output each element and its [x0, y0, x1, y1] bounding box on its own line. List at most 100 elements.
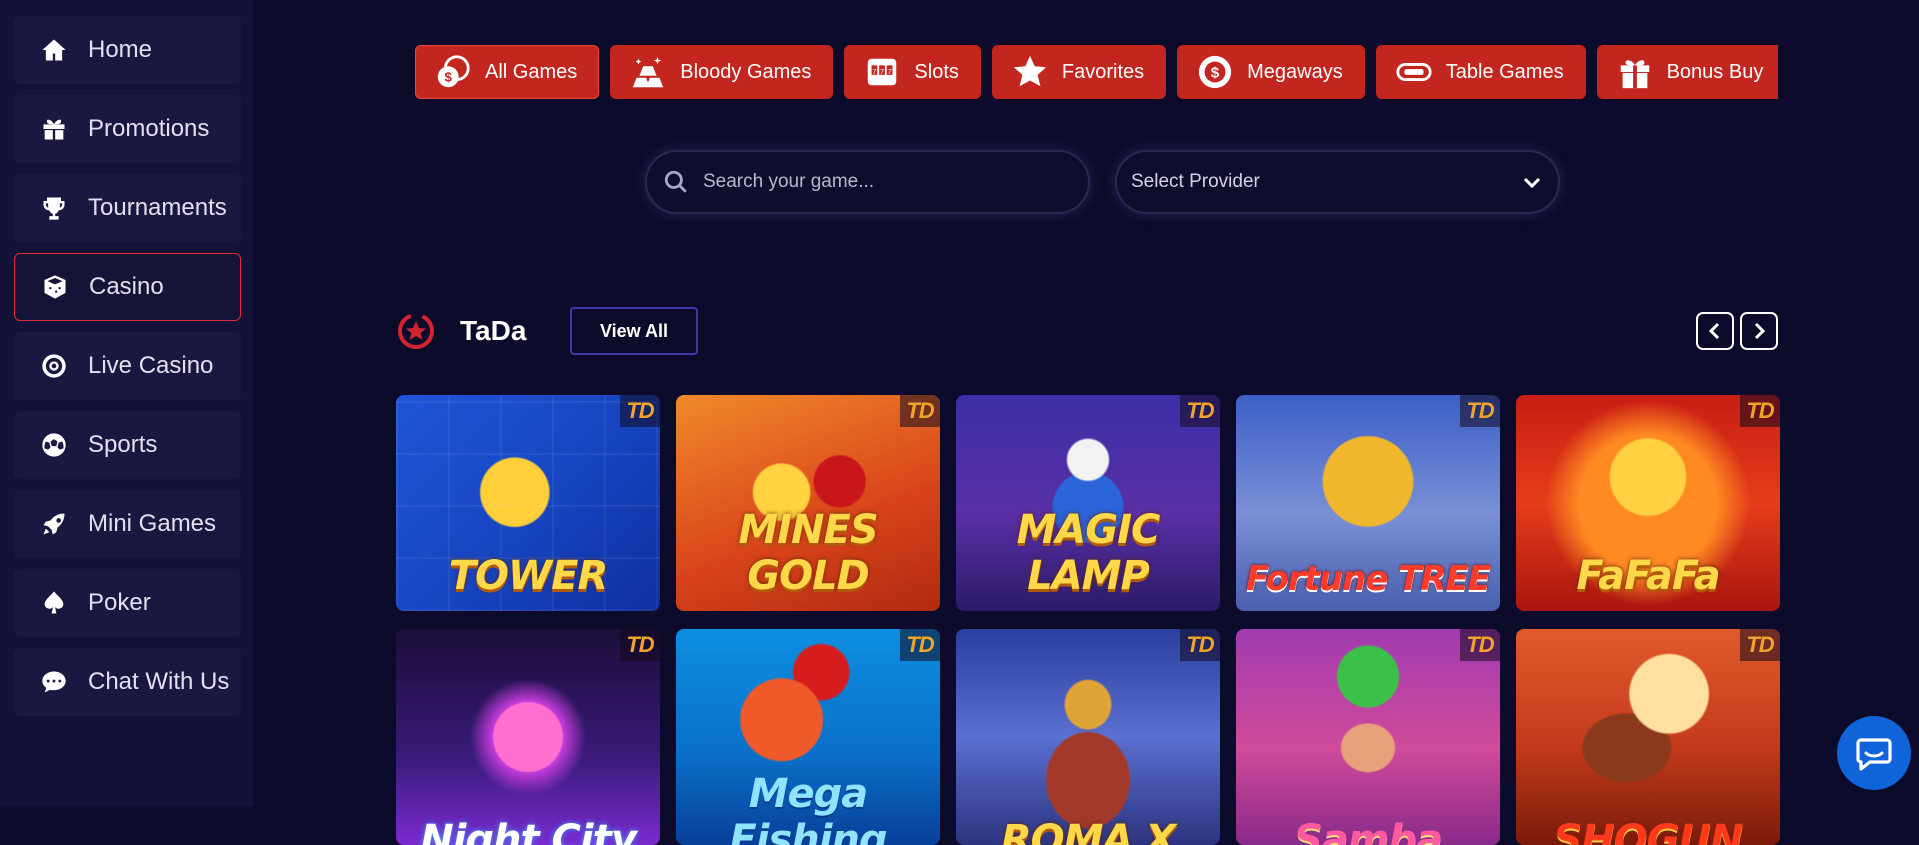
game-thumbnail: [1236, 629, 1500, 845]
sidebar-item-poker[interactable]: Poker: [14, 569, 241, 637]
game-title: Samba: [1293, 817, 1443, 845]
game-title: Night City: [420, 817, 637, 845]
provider-tag: TD: [1740, 395, 1780, 427]
chevron-right-icon: [1754, 322, 1766, 340]
category-favorites[interactable]: Favorites: [991, 45, 1167, 99]
sidebar-item-mini-games[interactable]: Mini Games: [14, 490, 241, 558]
game-title: TOWER: [448, 553, 609, 599]
search-input[interactable]: [703, 171, 1088, 193]
game-thumbnail: [1516, 629, 1780, 845]
game-title: Fortune TREE: [1245, 559, 1491, 599]
carousel-next-button[interactable]: [1740, 312, 1778, 350]
svg-text:$: $: [445, 70, 453, 85]
game-card[interactable]: TD Fortune TREE: [1236, 395, 1500, 611]
provider-tag: TD: [1460, 629, 1500, 661]
live-chat-button[interactable]: [1837, 716, 1911, 790]
rocket-icon: [38, 508, 70, 540]
provider-tag: TD: [1180, 629, 1220, 661]
category-label: Table Games: [1445, 60, 1564, 83]
category-label: Bloody Games: [680, 60, 812, 83]
category-bloody-games[interactable]: Bloody Games: [610, 45, 834, 99]
provider-tag: TD: [1460, 395, 1500, 427]
search-field: [645, 150, 1090, 214]
tada-logo-icon: [398, 313, 434, 349]
coin-stack-icon: $: [433, 52, 473, 92]
search-icon: [664, 170, 687, 193]
category-megaways[interactable]: $ Megaways: [1177, 45, 1365, 99]
category-all-games[interactable]: $ All Games: [415, 45, 600, 99]
dice-icon: [39, 271, 71, 303]
game-card[interactable]: TD TOWER: [396, 395, 660, 611]
game-card[interactable]: TD Mega Fishing: [676, 629, 940, 845]
game-thumbnail: [956, 629, 1220, 845]
game-title: SHOGUN: [1553, 817, 1743, 845]
provider-tag: TD: [1740, 629, 1780, 661]
game-card[interactable]: TD ROMA X: [956, 629, 1220, 845]
section-title: TaDa: [460, 315, 527, 346]
sidebar-item-live-casino[interactable]: Live Casino: [14, 332, 241, 400]
provider-select-label: Select Provider: [1131, 171, 1260, 192]
home-icon: [38, 34, 70, 66]
sidebar-item-sports[interactable]: Sports: [14, 411, 241, 479]
provider-tag: TD: [620, 629, 660, 661]
game-title: MAGIC LAMP: [1016, 507, 1161, 599]
provider-select[interactable]: Select Provider: [1115, 150, 1560, 214]
svg-text:7: 7: [888, 67, 892, 76]
main-content: $ All Games Bloody Games 777 Slots Favor…: [254, 0, 1919, 845]
category-bar: $ All Games Bloody Games 777 Slots Favor…: [415, 45, 1778, 99]
provider-tag: TD: [900, 629, 940, 661]
sidebar: Home Promotions Tournaments Casino Live …: [0, 0, 254, 807]
category-slots[interactable]: 777 Slots: [844, 45, 981, 99]
game-title: Mega Fishing: [729, 771, 887, 845]
category-table-games[interactable]: Table Games: [1375, 45, 1586, 99]
provider-tag: TD: [1180, 395, 1220, 427]
view-all-button[interactable]: View All: [570, 307, 698, 355]
sidebar-item-label: Poker: [88, 589, 151, 616]
provider-tag: TD: [900, 395, 940, 427]
category-bonus-buy[interactable]: Bonus Buy: [1596, 45, 1778, 99]
sidebar-item-home[interactable]: Home: [14, 16, 241, 84]
game-card[interactable]: TD MINES GOLD: [676, 395, 940, 611]
sidebar-item-chat[interactable]: Chat With Us: [14, 648, 241, 716]
star-icon: [1010, 52, 1050, 92]
category-label: Slots: [914, 60, 959, 83]
dollar-chip-icon: $: [1195, 52, 1235, 92]
sidebar-item-label: Chat With Us: [88, 668, 230, 695]
game-card[interactable]: TD MAGIC LAMP: [956, 395, 1220, 611]
game-card[interactable]: TD FaFaFa: [1516, 395, 1780, 611]
category-label: Favorites: [1061, 60, 1145, 83]
sidebar-item-label: Sports: [88, 431, 158, 458]
sidebar-item-promotions[interactable]: Promotions: [14, 95, 241, 163]
sidebar-item-label: Promotions: [88, 115, 210, 142]
sidebar-item-casino[interactable]: Casino: [14, 253, 241, 321]
spade-icon: [38, 587, 70, 619]
sidebar-item-label: Tournaments: [88, 194, 227, 221]
chat-icon: [38, 666, 70, 698]
gift-box-icon: [1615, 52, 1655, 92]
carousel-prev-button[interactable]: [1696, 312, 1734, 350]
game-card[interactable]: TD Night City: [396, 629, 660, 845]
game-card[interactable]: TD Samba: [1236, 629, 1500, 845]
chevron-left-icon: [1708, 322, 1720, 340]
table-chip-icon: [1394, 52, 1434, 92]
game-thumbnail: [396, 629, 660, 845]
sidebar-item-label: Live Casino: [88, 352, 214, 379]
game-grid: TD TOWER TD MINES GOLD TD MAGIC LAMP TD …: [396, 395, 1780, 845]
sidebar-item-tournaments[interactable]: Tournaments: [14, 174, 241, 242]
chat-bubble-icon: [1856, 738, 1892, 771]
sidebar-item-label: Home: [88, 36, 153, 63]
gold-bars-icon: [628, 52, 668, 92]
game-card[interactable]: TD SHOGUN: [1516, 629, 1780, 845]
svg-text:7: 7: [880, 67, 884, 76]
section-header: TaDa View All: [396, 305, 1778, 355]
gift-icon: [38, 113, 70, 145]
chevron-down-icon: [1523, 177, 1541, 189]
sidebar-item-label: Casino: [89, 273, 164, 300]
soccer-ball-icon: [38, 429, 70, 461]
game-title: ROMA X: [1000, 817, 1176, 845]
roulette-icon: [38, 350, 70, 382]
category-label: Megaways: [1247, 60, 1343, 83]
slot-machine-icon: 777: [862, 52, 902, 92]
svg-text:$: $: [1211, 65, 1220, 82]
game-title: MINES GOLD: [738, 507, 878, 599]
